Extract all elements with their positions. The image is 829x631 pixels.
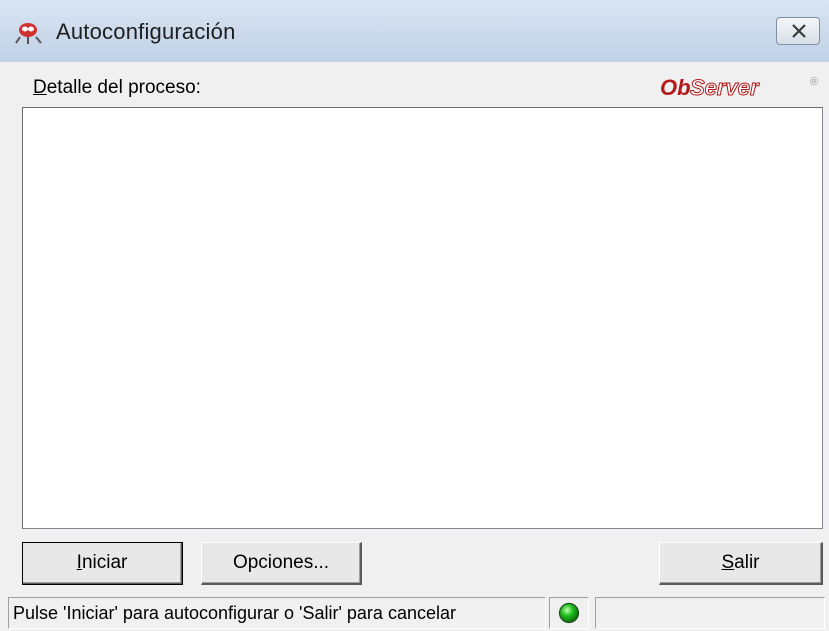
exit-button-mnemonic: S (721, 552, 735, 573)
process-detail-mnemonic: D (33, 77, 47, 98)
close-icon (792, 24, 806, 38)
start-button-label: niciar (81, 552, 128, 573)
observer-logo: Ob Server ® (660, 75, 818, 101)
close-button[interactable] (776, 17, 820, 45)
app-icon (14, 18, 44, 48)
title-bar[interactable]: Autoconfiguración (0, 0, 829, 62)
green-led-icon (558, 602, 580, 624)
process-detail-label-text: etalle del proceso: (46, 77, 201, 98)
autoconfig-window: Autoconfiguración Detalle del proceso: O… (0, 0, 829, 631)
options-button-label: Opciones... (232, 552, 330, 573)
status-message: Pulse 'Iniciar' para autoconfigurar o 'S… (8, 597, 546, 629)
options-button[interactable]: Opciones... (201, 542, 362, 585)
process-detail-label: Detalle del proceso: (33, 77, 201, 99)
exit-button-label: alir (734, 552, 760, 573)
status-led-panel (549, 597, 589, 629)
logo-text-outline: Server (690, 75, 760, 100)
process-log-area[interactable] (22, 107, 823, 529)
status-extra-panel (595, 597, 825, 629)
exit-button[interactable]: Salir (659, 542, 823, 585)
logo-registered: ® (810, 76, 818, 88)
start-button[interactable]: Iniciar (22, 542, 183, 585)
logo-text-bold: Ob (660, 75, 691, 100)
window-title: Autoconfiguración (56, 19, 236, 44)
